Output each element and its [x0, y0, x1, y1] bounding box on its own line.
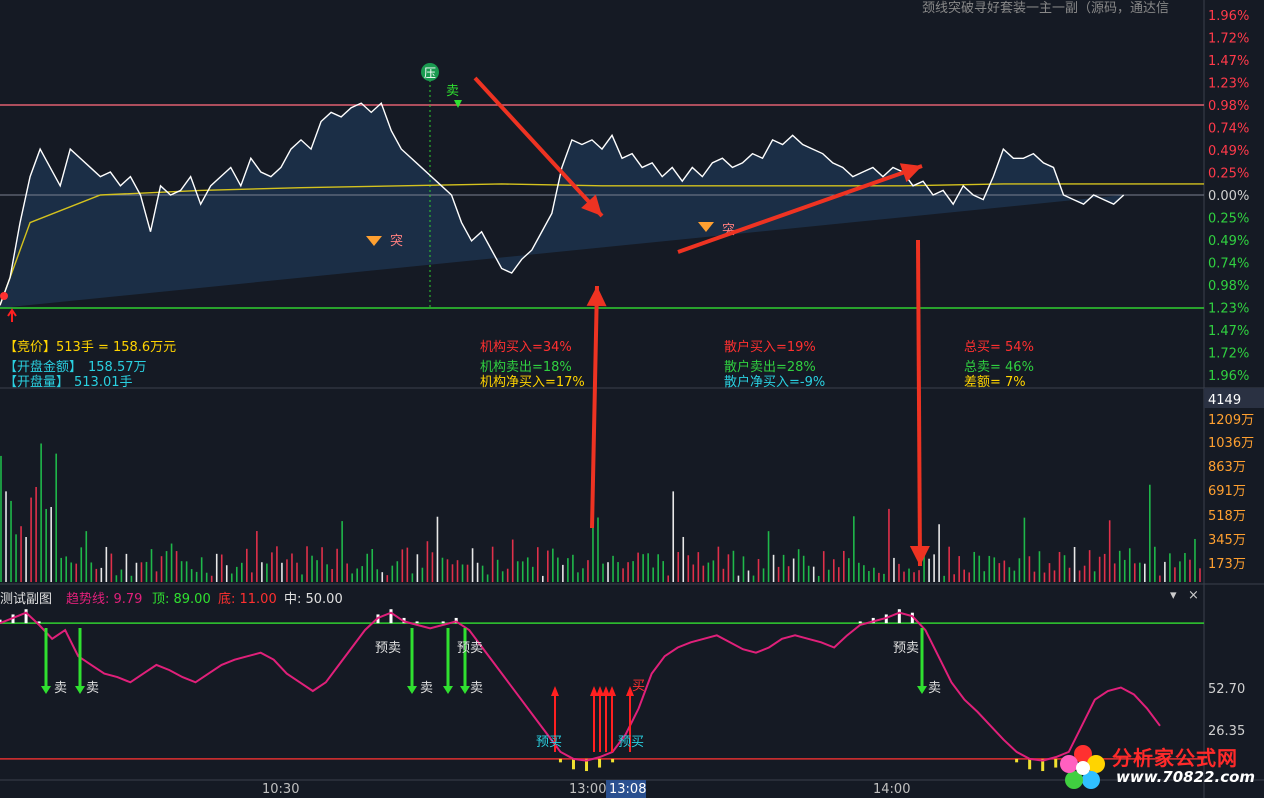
- volume-current-value: 4149: [1208, 393, 1241, 408]
- price-axis-label: 1.72%: [1208, 347, 1249, 362]
- sell-arrow-head: [407, 686, 417, 694]
- price-axis-label: 0.98%: [1208, 279, 1249, 294]
- price-sell-arrow: [454, 100, 462, 108]
- volume-axis-label: 1209万: [1208, 413, 1254, 428]
- presell-label: 预卖: [457, 641, 483, 656]
- info-open-volume-label: 【开盘量】: [4, 375, 70, 390]
- price-axis-label: 0.00%: [1208, 189, 1249, 204]
- logo-url: www.70822.com: [1116, 768, 1256, 786]
- price-axis-label: 1.47%: [1208, 324, 1249, 339]
- price-axis-label: 1.47%: [1208, 54, 1249, 69]
- price-axis-label: 1.72%: [1208, 32, 1249, 47]
- volume-axis-label: 173万: [1208, 557, 1246, 572]
- info-total-buy: 总买= 54%: [964, 340, 1034, 355]
- sub-close-button[interactable]: ×: [1188, 588, 1199, 603]
- annotation-arrow-up-head: [586, 286, 607, 307]
- price-axis-label: 0.49%: [1208, 234, 1249, 249]
- header-fragment: 颈线突破寻好套装一主一副（源码，通达信: [922, 1, 1170, 16]
- price-axis-label: 0.74%: [1208, 122, 1249, 137]
- info-inst-net: 机构净买入=17%: [480, 375, 585, 390]
- volume-axis-label: 691万: [1208, 484, 1246, 499]
- price-sell-label: 卖: [446, 84, 459, 99]
- breakout-label: 突: [390, 233, 403, 249]
- sell-arrow-head: [443, 686, 453, 694]
- sell-arrow-head: [917, 686, 927, 694]
- info-retail-net: 散户净买入=-9%: [724, 375, 826, 390]
- annotation-arrow-up: [590, 285, 599, 529]
- volume-axis-label: 518万: [1208, 509, 1246, 524]
- price-axis-label: 1.96%: [1208, 9, 1249, 24]
- site-logo: 分析家公式网 www.70822.com: [1058, 738, 1258, 794]
- presell-label: 预卖: [375, 641, 401, 656]
- chart-canvas: 1.96% 1.72% 1.47% 1.23% 0.98% 0.74% 0.49% 0.25%…: [0, 0, 1264, 798]
- time-axis-label: 14:00: [873, 782, 910, 797]
- price-axis-label: 0.25%: [1208, 212, 1249, 227]
- sell-arrow-head: [460, 686, 470, 694]
- buy-arrow-head: [551, 686, 559, 696]
- sub-mid-label: 中: 50.00: [284, 592, 343, 607]
- price-axis-label: 1.23%: [1208, 77, 1249, 92]
- info-open-volume-value: 513.01手: [74, 375, 133, 390]
- price-axis-label: 0.49%: [1208, 144, 1249, 159]
- sell-label: 卖: [470, 681, 483, 696]
- sub-menu-button[interactable]: ▾: [1170, 588, 1177, 603]
- trend-line: [0, 611, 1161, 762]
- buy-label: 买: [632, 679, 645, 694]
- sell-label: 卖: [928, 681, 941, 696]
- start-buy-arrow: [7, 308, 17, 322]
- info-inst-buy: 机构买入=34%: [480, 340, 572, 355]
- info-retail-buy: 散户买入=19%: [724, 340, 816, 355]
- annotation-arrow-vertical: [916, 239, 922, 567]
- start-dot: [0, 292, 8, 300]
- price-axis-label: 0.74%: [1208, 257, 1249, 272]
- sub-bottom-label: 底: 11.00: [218, 592, 277, 607]
- price-area-fill: [0, 103, 1124, 308]
- sell-label: 卖: [54, 681, 67, 696]
- price-axis-label: 0.25%: [1208, 167, 1249, 182]
- prebuy-label: 预买: [536, 735, 562, 750]
- flower-icon: [1060, 745, 1105, 789]
- info-auction: 【竞价】513手 = 158.6万元: [4, 340, 177, 355]
- sub-top-label: 顶: 89.00: [152, 592, 211, 607]
- time-axis-label: 13:00: [569, 782, 606, 797]
- time-axis-label: 10:30: [262, 782, 299, 797]
- price-axis-label: 0.98%: [1208, 99, 1249, 114]
- price-axis-label: 1.23%: [1208, 302, 1249, 317]
- sub-axis-label: 52.70: [1208, 682, 1245, 697]
- sub-trend-label: 趋势线: 9.79: [66, 592, 143, 607]
- sell-arrow-head: [75, 686, 85, 694]
- price-axis-label: 1.96%: [1208, 369, 1249, 384]
- volume-axis-label: 345万: [1208, 533, 1246, 548]
- buy-arrow-head: [608, 686, 616, 696]
- annotation-arrow-vertical-head: [909, 545, 930, 566]
- volume-axis-label: 1036万: [1208, 436, 1254, 451]
- volume-axis-label: 863万: [1208, 460, 1246, 475]
- press-label: 压: [424, 66, 436, 80]
- sell-arrow-head: [41, 686, 51, 694]
- sub-chart-title: 测试副图: [0, 592, 53, 607]
- sell-label: 卖: [420, 681, 433, 696]
- time-axis-label: 13:08: [609, 782, 646, 797]
- logo-name: 分析家公式网: [1112, 746, 1238, 770]
- info-total-diff: 差额= 7%: [964, 375, 1026, 390]
- prebuy-label: 预买: [618, 735, 644, 750]
- sell-label: 卖: [86, 681, 99, 696]
- sub-axis-label: 26.35: [1208, 724, 1245, 739]
- presell-label: 预卖: [893, 641, 919, 656]
